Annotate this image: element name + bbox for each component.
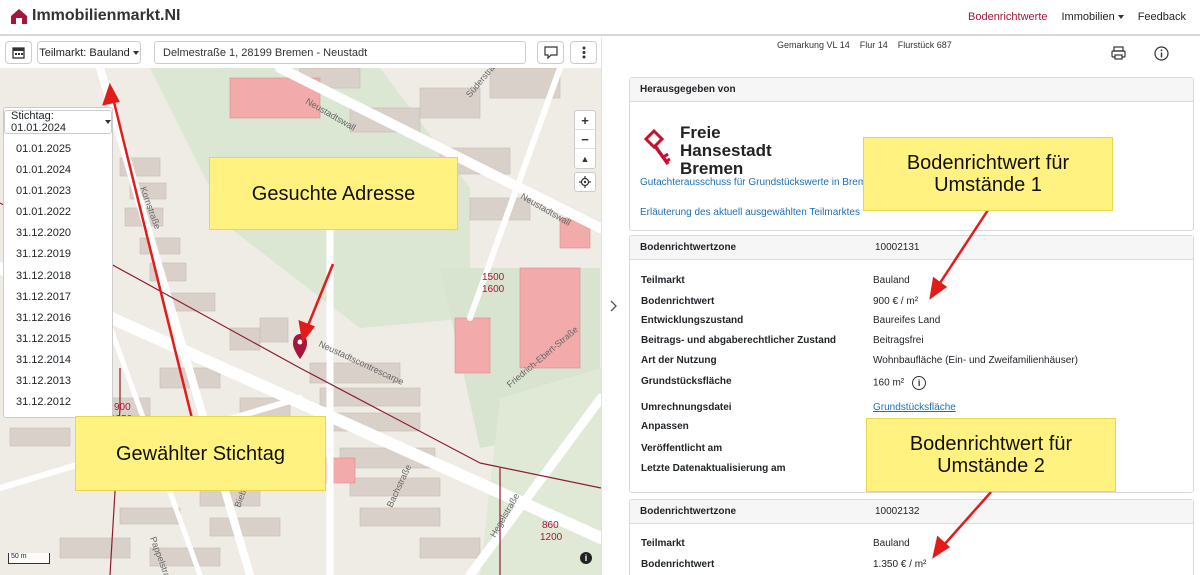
stichtag-option[interactable]: 31.12.2020 bbox=[16, 223, 71, 244]
zone-value-label: 1500 bbox=[482, 272, 505, 283]
house-logo-icon bbox=[11, 9, 27, 24]
map-attribution-info-icon[interactable]: i bbox=[580, 552, 592, 564]
stichtag-option[interactable]: 31.12.2014 bbox=[16, 350, 71, 371]
annotation-stichtag: Gewählter Stichtag bbox=[75, 416, 326, 491]
stichtag-option[interactable]: 31.12.2012 bbox=[16, 392, 71, 413]
chevron-right-icon bbox=[610, 300, 617, 312]
info-panel: Gemarkung VL 14 Flur 14 Flurstück 687 He… bbox=[625, 38, 1200, 575]
zone-value-label: 1600 bbox=[482, 284, 505, 295]
annotation-brw1: Bodenrichtwert für Umstände 1 bbox=[863, 137, 1113, 211]
annotation-address: Gesuchte Adresse bbox=[209, 157, 458, 230]
nav-bodenrichtwerte[interactable]: Bodenrichtwerte bbox=[968, 11, 1048, 23]
zoom-controls: + − ▲ bbox=[574, 110, 596, 169]
nav-feedback[interactable]: Feedback bbox=[1138, 11, 1186, 23]
stichtag-option[interactable]: 31.12.2013 bbox=[16, 371, 71, 392]
more-options-button[interactable] bbox=[570, 41, 597, 64]
calendar-button[interactable] bbox=[5, 41, 32, 64]
stichtag-option[interactable]: 31.12.2016 bbox=[16, 308, 71, 329]
chevron-down-icon bbox=[132, 50, 139, 55]
stichtag-option[interactable]: 31.12.2018 bbox=[16, 266, 71, 287]
crosshair-icon bbox=[579, 176, 591, 188]
stichtag-option[interactable]: 01.01.2024 bbox=[16, 160, 71, 181]
stichtag-select[interactable]: Stichtag: 01.01.2024 bbox=[4, 110, 112, 134]
comment-edit-icon bbox=[543, 46, 558, 59]
app-name: Immobilienmarkt.NI bbox=[32, 7, 181, 24]
stichtag-option[interactable]: 31.12.2015 bbox=[16, 329, 71, 350]
compass-reset-button[interactable]: ▲ bbox=[575, 149, 595, 168]
main-nav: Bodenrichtwerte Immobilien Feedback bbox=[968, 11, 1186, 23]
locate-button[interactable] bbox=[574, 172, 596, 192]
annotation-brw2: Bodenrichtwert für Umstände 2 bbox=[866, 418, 1116, 492]
stichtag-option[interactable]: 01.01.2025 bbox=[16, 139, 71, 160]
address-search-input[interactable] bbox=[154, 41, 526, 64]
stichtag-option[interactable]: 31.12.2019 bbox=[16, 244, 71, 265]
panel-collapse-handle[interactable] bbox=[601, 38, 625, 575]
zoom-in-button[interactable]: + bbox=[575, 111, 595, 130]
teilmarkt-label: Teilmarkt: Bauland bbox=[39, 46, 130, 59]
map-scale: 50 m bbox=[8, 553, 50, 564]
zoom-out-button[interactable]: − bbox=[575, 130, 595, 149]
stichtag-options: 01.01.2025 01.01.2024 01.01.2023 01.01.2… bbox=[16, 139, 71, 413]
zone-value-label: 860 bbox=[542, 520, 559, 531]
nav-immobilien[interactable]: Immobilien bbox=[1062, 11, 1124, 23]
zone-value-label: 1200 bbox=[540, 532, 563, 543]
top-navbar: Immobilienmarkt.NI Bodenrichtwerte Immob… bbox=[0, 0, 1200, 36]
app-logo[interactable]: Immobilienmarkt.NI bbox=[10, 7, 180, 25]
chevron-down-icon bbox=[105, 120, 111, 124]
nav-immobilien-label: Immobilien bbox=[1061, 11, 1115, 23]
stichtag-option[interactable]: 01.01.2022 bbox=[16, 202, 71, 223]
map-pane: Teilmarkt: Bauland Delmestraße 1, 28199 … bbox=[0, 38, 601, 575]
kebab-menu-icon bbox=[582, 46, 585, 59]
teilmarkt-select[interactable]: Teilmarkt: Bauland bbox=[37, 41, 141, 64]
calendar-icon bbox=[12, 47, 25, 59]
zone-value-label: 900 bbox=[114, 402, 131, 413]
stichtag-option[interactable]: 01.01.2023 bbox=[16, 181, 71, 202]
stichtag-selected: Stichtag: 01.01.2024 bbox=[11, 110, 67, 134]
stichtag-option[interactable]: 31.12.2017 bbox=[16, 287, 71, 308]
chevron-down-icon bbox=[1117, 15, 1124, 20]
annotation-arrows bbox=[929, 209, 992, 559]
map-toolbar: Teilmarkt: Bauland bbox=[0, 38, 601, 68]
feedback-map-button[interactable] bbox=[537, 41, 564, 64]
